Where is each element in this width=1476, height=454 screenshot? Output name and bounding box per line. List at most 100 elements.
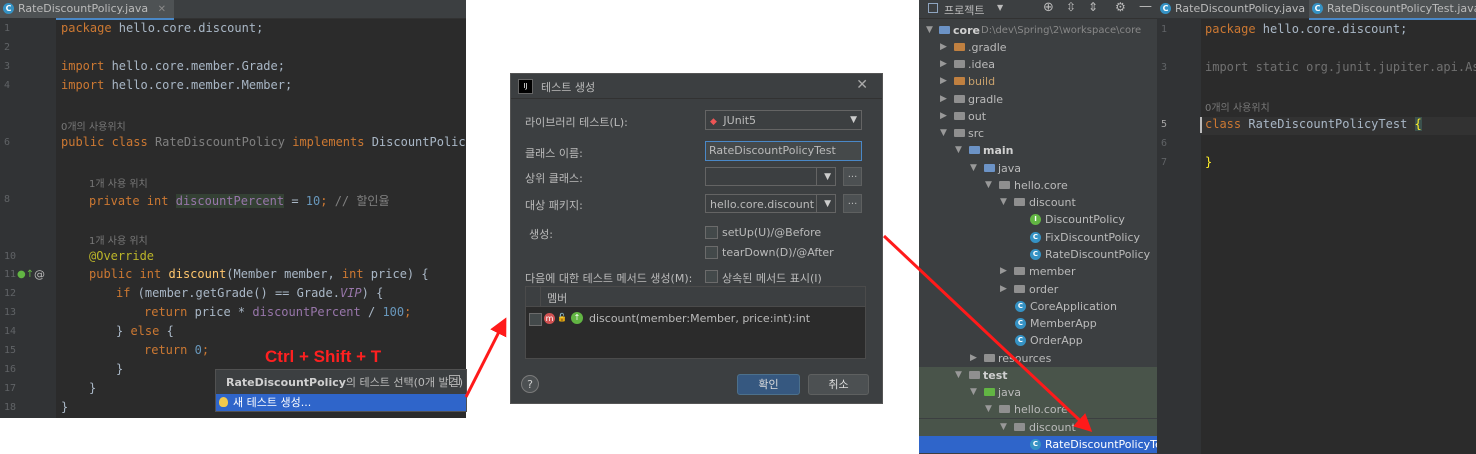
usage-hint[interactable]: 0개의 사용위치 xyxy=(61,118,126,133)
package-browse-button[interactable]: ... xyxy=(843,194,862,213)
class-icon: C xyxy=(3,3,14,14)
tree-item-member-app[interactable]: C MemberApp xyxy=(919,315,1157,332)
chevron-right-icon: ▶ xyxy=(940,111,947,121)
line-number: 1 xyxy=(4,23,11,34)
member-table: 멤버 m 🔓 ↑ discount(member:Member, price:i… xyxy=(525,286,866,359)
tree-item-fix-discount-policy[interactable]: C FixDiscountPolicy xyxy=(919,229,1157,246)
create-new-test-item[interactable]: 새 테스트 생성... xyxy=(216,394,466,411)
library-label: 라이브러리 테스트(L): xyxy=(525,116,628,129)
code-line-13: return price * discountPercent / 100; xyxy=(144,305,412,319)
shortcut-annotation: Ctrl + Shift + T xyxy=(265,347,382,366)
tree-item-test-hello-core[interactable]: ▼ hello.core xyxy=(919,401,1157,418)
ok-button[interactable]: 확인 xyxy=(737,374,800,395)
line-number: 13 xyxy=(4,307,17,318)
member-checkbox[interactable] xyxy=(529,313,542,326)
tree-item-rate-discount-policy-test[interactable]: C RateDiscountPolicyTest xyxy=(919,436,1157,453)
close-icon[interactable]: ✕ xyxy=(856,77,868,93)
tree-item-gradle-hidden[interactable]: ▶ .gradle xyxy=(919,39,1157,56)
tree-item-idea[interactable]: ▶ .idea xyxy=(919,56,1157,73)
tree-item-order-app[interactable]: C OrderApp xyxy=(919,332,1157,349)
tab-rate-discount-policy-test[interactable]: C RateDiscountPolicyTest.java ✕ xyxy=(1309,0,1476,20)
implement-marker-icon[interactable]: ●↑ xyxy=(17,269,34,280)
usage-hint[interactable]: 0개의 사용위치 xyxy=(1205,99,1270,114)
table-header: 멤버 xyxy=(526,287,865,307)
gear-icon[interactable]: ⚙ xyxy=(1115,0,1126,14)
class-name-input[interactable]: RateDiscountPolicyTest xyxy=(705,141,862,161)
folder-icon xyxy=(954,60,965,68)
chevron-down-icon: ▼ xyxy=(970,163,977,173)
close-icon[interactable]: ✕ xyxy=(158,4,166,15)
inherited-checkbox[interactable] xyxy=(705,270,718,283)
library-select[interactable]: ◆ JUnit5 ▼ xyxy=(705,110,862,130)
line-number: 18 xyxy=(4,402,17,413)
help-button[interactable]: ? xyxy=(521,375,539,393)
class-icon: C xyxy=(1312,3,1323,14)
dialog-title: 테스트 생성 xyxy=(541,81,596,94)
tree-item-test[interactable]: ▼ test xyxy=(919,367,1157,384)
tab-rate-discount-policy[interactable]: C RateDiscountPolicy.java ✕ xyxy=(0,0,175,20)
tree-item-discount[interactable]: ▼ discount xyxy=(919,194,1157,211)
chevron-down-icon: ▼ xyxy=(824,172,831,182)
code-line-7: } xyxy=(1205,155,1213,169)
setup-checkbox[interactable] xyxy=(705,226,718,239)
tree-item-gradle[interactable]: ▶ gradle xyxy=(919,91,1157,108)
usage-hint[interactable]: 1개 사용 위치 xyxy=(89,232,148,247)
table-row[interactable]: m 🔓 ↑ discount(member:Member, price:int)… xyxy=(526,310,865,328)
tree-item-test-discount[interactable]: ▼ discount xyxy=(919,419,1157,436)
project-panel: 프로젝트 ▼ ⊕ ⇳ ⇕ ⚙ — ▼ core D:\dev\Spring\2\… xyxy=(919,0,1157,454)
collapse-all-icon[interactable]: ⇕ xyxy=(1088,0,1098,14)
code-line-6: public class RateDiscountPolicy implemen… xyxy=(61,135,466,149)
tab-rate-discount-policy[interactable]: C RateDiscountPolicy.java ✕ xyxy=(1157,0,1331,18)
tree-item-member[interactable]: ▶ member xyxy=(919,263,1157,280)
project-icon xyxy=(928,3,938,13)
right-editor: C RateDiscountPolicy.java ✕ C RateDiscou… xyxy=(1157,0,1476,454)
tree-item-core-application[interactable]: C CoreApplication xyxy=(919,298,1157,315)
tree-item-core[interactable]: ▼ core D:\dev\Spring\2\workspace\core xyxy=(919,22,1157,39)
line-number: 6 xyxy=(4,137,11,148)
crosshair-icon[interactable]: ⊕ xyxy=(1043,0,1054,15)
class-icon: C xyxy=(1030,232,1041,243)
tree-item-src[interactable]: ▼ src xyxy=(919,125,1157,142)
code-line-10: @Override xyxy=(89,249,155,263)
tree-item-discount-policy[interactable]: I DiscountPolicy xyxy=(919,211,1157,228)
tree-item-main[interactable]: ▼ main xyxy=(919,142,1157,159)
tree-item-build[interactable]: ▶ build xyxy=(919,73,1157,90)
chevron-down-icon: ▼ xyxy=(940,128,947,138)
pin-icon[interactable] xyxy=(449,375,460,385)
tree-item-hello-core[interactable]: ▼ hello.core xyxy=(919,177,1157,194)
chevron-right-icon: ▶ xyxy=(1000,266,1007,276)
package-icon xyxy=(1014,423,1025,431)
tree-item-out[interactable]: ▶ out xyxy=(919,108,1157,125)
tree-item-order[interactable]: ▶ order xyxy=(919,281,1157,298)
inherited-label: 상속된 메서드 표시(I) xyxy=(722,272,822,285)
minimize-icon[interactable]: — xyxy=(1139,0,1152,14)
public-icon: 🔓 xyxy=(557,313,567,322)
tree-item-test-java[interactable]: ▼ java xyxy=(919,384,1157,401)
usage-hint[interactable]: 1개 사용 위치 xyxy=(89,175,148,190)
superclass-browse-button[interactable]: ... xyxy=(843,167,862,186)
interface-icon: I xyxy=(1030,214,1041,225)
superclass-select[interactable]: ▼ xyxy=(705,167,836,186)
folder-icon xyxy=(954,77,965,85)
project-header: 프로젝트 ▼ ⊕ ⇳ ⇕ ⚙ — xyxy=(919,0,1157,19)
chevron-down-icon: ▼ xyxy=(1000,422,1007,432)
expand-all-icon[interactable]: ⇳ xyxy=(1066,0,1076,14)
project-header-label[interactable]: 프로젝트 xyxy=(944,2,984,18)
module-folder-icon xyxy=(939,26,950,34)
junit-icon: ◆ xyxy=(710,117,717,127)
tree-item-java[interactable]: ▼ java xyxy=(919,160,1157,177)
class-icon: C xyxy=(1030,249,1041,260)
chevron-down-icon: ▼ xyxy=(985,404,992,414)
tree-item-resources[interactable]: ▶ resources xyxy=(919,350,1157,367)
chevron-down-icon: ▼ xyxy=(970,387,977,397)
chevron-down-icon[interactable]: ▼ xyxy=(997,3,1003,12)
code-line-5: class RateDiscountPolicyTest { xyxy=(1205,117,1422,131)
teardown-checkbox[interactable] xyxy=(705,246,718,259)
code-line-17: } xyxy=(89,381,97,395)
methods-label: 다음에 대한 테스트 메서드 생성(M): xyxy=(525,272,693,285)
tree-item-rate-discount-policy[interactable]: C RateDiscountPolicy xyxy=(919,246,1157,263)
cancel-button[interactable]: 취소 xyxy=(808,374,869,395)
package-select[interactable]: hello.core.discount ▼ xyxy=(705,194,836,213)
class-icon: C xyxy=(1160,3,1171,14)
chevron-right-icon: ▶ xyxy=(940,94,947,104)
